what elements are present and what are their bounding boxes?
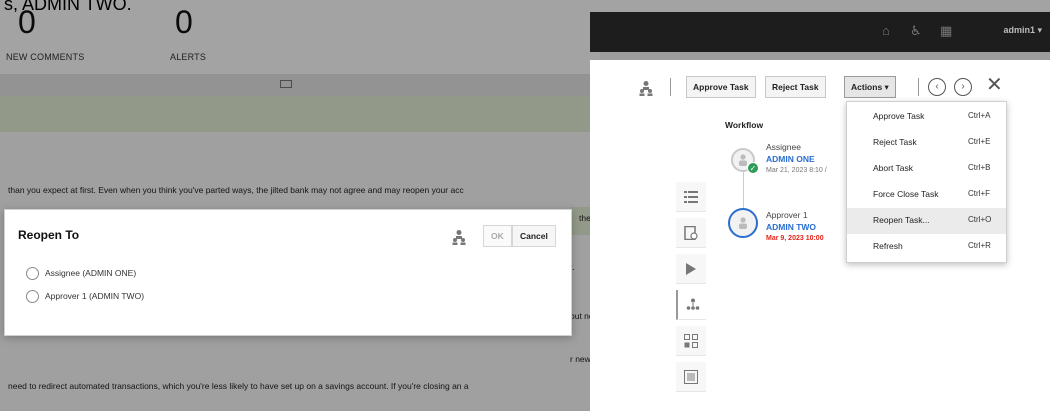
- workflow-title: Workflow: [725, 120, 764, 130]
- actions-menu-button[interactable]: Actions ▾: [844, 76, 896, 98]
- workflow-role: Assignee: [766, 142, 801, 152]
- history-tab[interactable]: [676, 218, 706, 248]
- reject-task-button[interactable]: Reject Task: [765, 76, 826, 98]
- radio-label[interactable]: Approver 1 (ADMIN TWO): [45, 291, 144, 301]
- completed-check-icon: ✓: [747, 162, 759, 174]
- home-icon[interactable]: ⌂: [882, 23, 890, 38]
- workflow-tab[interactable]: [676, 290, 706, 320]
- workflow-connector: [743, 170, 744, 210]
- workflow-date: Mar 21, 2023 8:10 /: [766, 167, 827, 174]
- user-menu[interactable]: admin1 ▾: [1003, 25, 1042, 36]
- assignees-icon[interactable]: [452, 229, 466, 245]
- workflow-role: Approver 1: [766, 210, 808, 220]
- workflow-due-date: Mar 9, 2023 10:00: [766, 235, 824, 242]
- menu-item-label: Abort Task: [873, 163, 914, 173]
- menu-item-label: Refresh: [873, 241, 903, 251]
- menu-item-label: Reopen Task...: [873, 215, 930, 225]
- menu-item-shortcut: Ctrl+E: [968, 137, 991, 146]
- person-icon: [739, 217, 747, 229]
- toolbar-separator: [918, 78, 919, 96]
- menu-item-shortcut: Ctrl+O: [968, 215, 992, 224]
- menu-item-shortcut: Ctrl+F: [968, 189, 990, 198]
- properties-tab[interactable]: [676, 362, 706, 392]
- assignees-icon[interactable]: [639, 80, 653, 96]
- list-icon: [684, 191, 698, 203]
- details-tab[interactable]: [676, 182, 706, 212]
- menu-item-abort-task[interactable]: Abort Task Ctrl+B: [847, 156, 1006, 182]
- menu-item-shortcut: Ctrl+B: [968, 163, 991, 172]
- accessibility-icon[interactable]: ♿: [910, 23, 922, 39]
- next-task-icon[interactable]: ›: [954, 78, 972, 96]
- toolbar-separator: [670, 78, 671, 96]
- navigator-icon[interactable]: ▦: [940, 23, 952, 39]
- actions-dropdown-menu: Approve Task Ctrl+A Reject Task Ctrl+E A…: [846, 101, 1007, 263]
- org-chart-icon: [686, 298, 700, 310]
- menu-item-shortcut: Ctrl+A: [968, 111, 991, 120]
- arrow-shape-icon: [686, 263, 696, 275]
- menu-item-force-close-task[interactable]: Force Close Task Ctrl+F: [847, 182, 1006, 208]
- close-icon[interactable]: ✕: [986, 74, 1003, 96]
- ok-button[interactable]: OK: [483, 225, 512, 247]
- menu-item-label: Approve Task: [873, 111, 925, 121]
- workflow-assignee-name[interactable]: ADMIN ONE: [766, 154, 815, 164]
- menu-item-refresh[interactable]: Refresh Ctrl+R: [847, 234, 1006, 260]
- document-clock-icon: [684, 226, 698, 240]
- menu-item-shortcut: Ctrl+R: [968, 241, 991, 250]
- previous-task-icon[interactable]: ‹: [928, 78, 946, 96]
- actions-tab[interactable]: [676, 254, 706, 284]
- reopen-to-dialog: Reopen To OK Cancel Assignee (ADMIN ONE)…: [4, 209, 572, 336]
- menu-item-label: Force Close Task: [873, 189, 939, 199]
- menu-item-approve-task[interactable]: Approve Task Ctrl+A: [847, 104, 1006, 130]
- radio-label[interactable]: Assignee (ADMIN ONE): [45, 268, 136, 278]
- dialog-title: Reopen To: [18, 228, 80, 242]
- radio-button[interactable]: [26, 290, 39, 303]
- approve-task-button[interactable]: Approve Task: [686, 76, 756, 98]
- panel-side-rail: [676, 182, 706, 411]
- person-icon: [739, 154, 747, 166]
- workflow-approver-name[interactable]: ADMIN TWO: [766, 222, 816, 232]
- grid-icon: [684, 334, 698, 348]
- menu-item-label: Reject Task: [873, 137, 917, 147]
- menu-item-reopen-task[interactable]: Reopen Task... Ctrl+O: [847, 208, 1006, 234]
- form-icon: [684, 370, 698, 384]
- menu-item-reject-task[interactable]: Reject Task Ctrl+E: [847, 130, 1006, 156]
- radio-button[interactable]: [26, 267, 39, 280]
- attachments-tab[interactable]: [676, 326, 706, 356]
- avatar: [728, 208, 758, 238]
- cancel-button[interactable]: Cancel: [512, 225, 556, 247]
- app-top-bar: ⌂ ♿ ▦ admin1 ▾: [590, 12, 1050, 52]
